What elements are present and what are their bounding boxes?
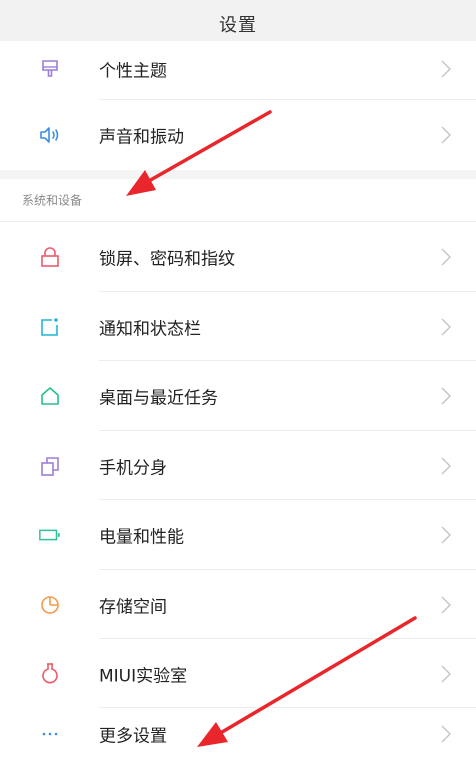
settings-item-lock-screen[interactable]: 锁屏、密码和指纹 bbox=[0, 222, 476, 291]
speaker-icon bbox=[38, 123, 62, 147]
notification-icon bbox=[38, 315, 62, 339]
section-separator bbox=[0, 170, 476, 179]
chevron-right-icon bbox=[441, 596, 451, 613]
chevron-right-icon bbox=[441, 526, 451, 543]
chevron-right-icon bbox=[441, 387, 451, 404]
chevron-right-icon bbox=[441, 126, 451, 143]
settings-item-sound[interactable]: 声音和振动 bbox=[0, 100, 476, 169]
battery-icon bbox=[38, 523, 62, 547]
settings-item-label: 锁屏、密码和指纹 bbox=[99, 249, 235, 269]
more-dots-icon bbox=[38, 722, 62, 746]
settings-item-label: 通知和状态栏 bbox=[99, 319, 201, 339]
chevron-right-icon bbox=[441, 318, 451, 335]
settings-item-miui-lab[interactable]: MIUI实验室 bbox=[0, 639, 476, 708]
storage-pie-icon bbox=[38, 593, 62, 617]
settings-item-label: 桌面与最近任务 bbox=[99, 388, 218, 408]
settings-item-label: 个性主题 bbox=[99, 61, 167, 81]
theme-brush-icon bbox=[38, 57, 62, 81]
chevron-right-icon bbox=[441, 665, 451, 682]
settings-item-theme[interactable]: 个性主题 bbox=[0, 41, 476, 96]
flask-icon bbox=[38, 662, 62, 686]
settings-item-label: MIUI实验室 bbox=[99, 666, 188, 686]
settings-item-second-space[interactable]: 手机分身 bbox=[0, 431, 476, 500]
settings-item-label: 电量和性能 bbox=[99, 527, 184, 547]
chevron-right-icon bbox=[441, 248, 451, 265]
settings-item-label: 存储空间 bbox=[99, 597, 167, 617]
page-title: 设置 bbox=[219, 15, 257, 36]
section-title: 系统和设备 bbox=[22, 193, 83, 208]
chevron-right-icon bbox=[441, 457, 451, 474]
settings-item-more[interactable]: 更多设置 bbox=[0, 708, 476, 759]
settings-screen: 设置 个性主题 声音和振动 系统和设备 锁屏、密码和指纹 通知和状态栏 桌面与最… bbox=[0, 0, 476, 759]
settings-item-notifications[interactable]: 通知和状态栏 bbox=[0, 292, 476, 361]
second-space-icon bbox=[38, 454, 62, 478]
section-header-system: 系统和设备 bbox=[0, 179, 476, 221]
settings-item-battery[interactable]: 电量和性能 bbox=[0, 500, 476, 569]
settings-item-label: 更多设置 bbox=[99, 726, 167, 746]
chevron-right-icon bbox=[441, 725, 451, 742]
lock-icon bbox=[38, 245, 62, 269]
settings-item-label: 手机分身 bbox=[99, 458, 167, 478]
settings-item-label: 声音和振动 bbox=[99, 127, 184, 147]
settings-item-storage[interactable]: 存储空间 bbox=[0, 570, 476, 639]
home-icon bbox=[38, 384, 62, 408]
chevron-right-icon bbox=[441, 60, 451, 77]
settings-item-home-screen[interactable]: 桌面与最近任务 bbox=[0, 361, 476, 430]
